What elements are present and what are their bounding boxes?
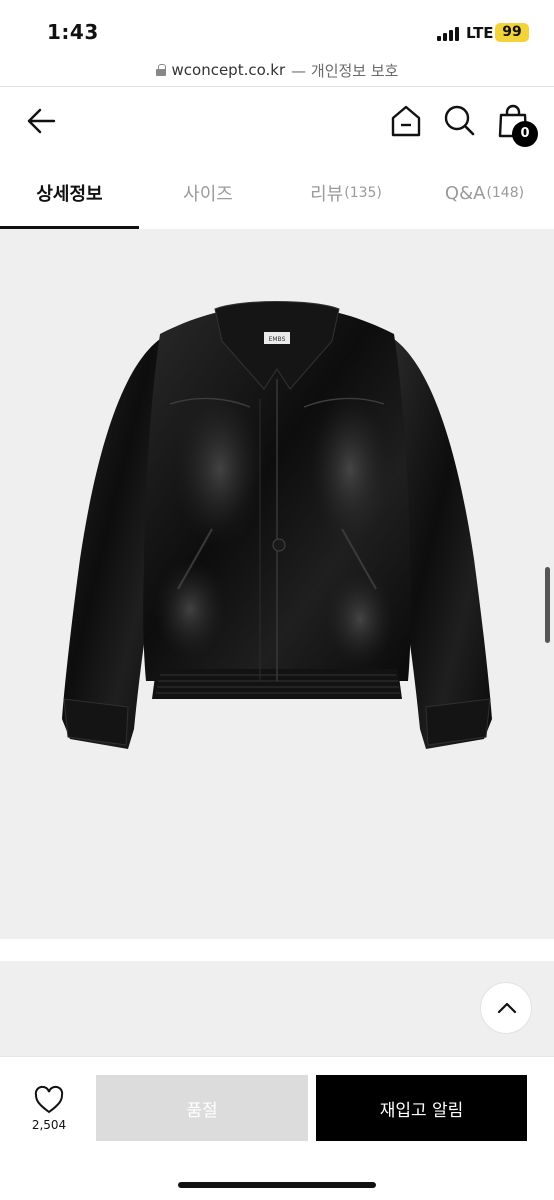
section-gap [0,939,554,961]
chevron-up-icon [497,1002,517,1014]
tab-bar: 상세정보 사이즈 리뷰 (135) Q&A (148) [0,157,554,229]
soldout-button[interactable]: 품절 [96,1075,308,1141]
leather-jacket-image: EMBS [62,301,492,749]
back-button[interactable] [24,103,60,139]
tab-label: 리뷰 [310,184,344,205]
tab-details[interactable]: 상세정보 [0,157,139,229]
tab-size[interactable]: 사이즈 [139,157,277,229]
search-icon [444,105,475,136]
url-bar[interactable]: wconcept.co.kr — 개인정보 보호 [0,54,554,86]
privacy-note: — 개인정보 보호 [291,61,399,80]
lock-icon [155,64,166,76]
home-button[interactable] [388,103,424,139]
like-button[interactable]: 2,504 [24,1085,74,1145]
network-label: LTE [466,24,494,42]
scroll-top-button[interactable] [480,982,532,1034]
nav-bar: 0 [0,87,554,157]
product-image: EMBS [0,229,554,939]
cart-button[interactable]: 0 [496,103,538,147]
tab-reviews[interactable]: 리뷰 (135) [277,157,415,229]
cart-count-badge: 0 [512,121,538,147]
like-count: 2,504 [31,1118,67,1132]
tab-count: (135) [344,185,382,201]
tab-count: (148) [486,185,525,201]
home-indicator[interactable] [178,1182,376,1188]
bottom-action-bar: 2,504 품절 재입고 알림 [0,1056,554,1200]
battery-icon: 99 [495,23,529,42]
tab-label: 사이즈 [183,184,233,205]
restock-alert-button[interactable]: 재입고 알림 [316,1075,527,1141]
status-time: 1:43 [47,20,99,44]
jacket-label-text: EMBS [269,336,286,343]
arrow-left-icon [27,108,56,134]
tab-label: Q&A [444,182,486,204]
search-button[interactable] [442,103,478,139]
tab-label: 상세정보 [36,184,103,205]
scroll-indicator[interactable] [545,567,550,643]
home-icon [391,105,421,137]
signal-icon [437,27,461,41]
heart-icon [34,1085,64,1114]
status-bar: 1:43 LTE 99 [0,0,554,54]
url-host: wconcept.co.kr [171,61,286,79]
tab-qna[interactable]: Q&A (148) [415,157,554,229]
detail-section [0,961,554,1056]
